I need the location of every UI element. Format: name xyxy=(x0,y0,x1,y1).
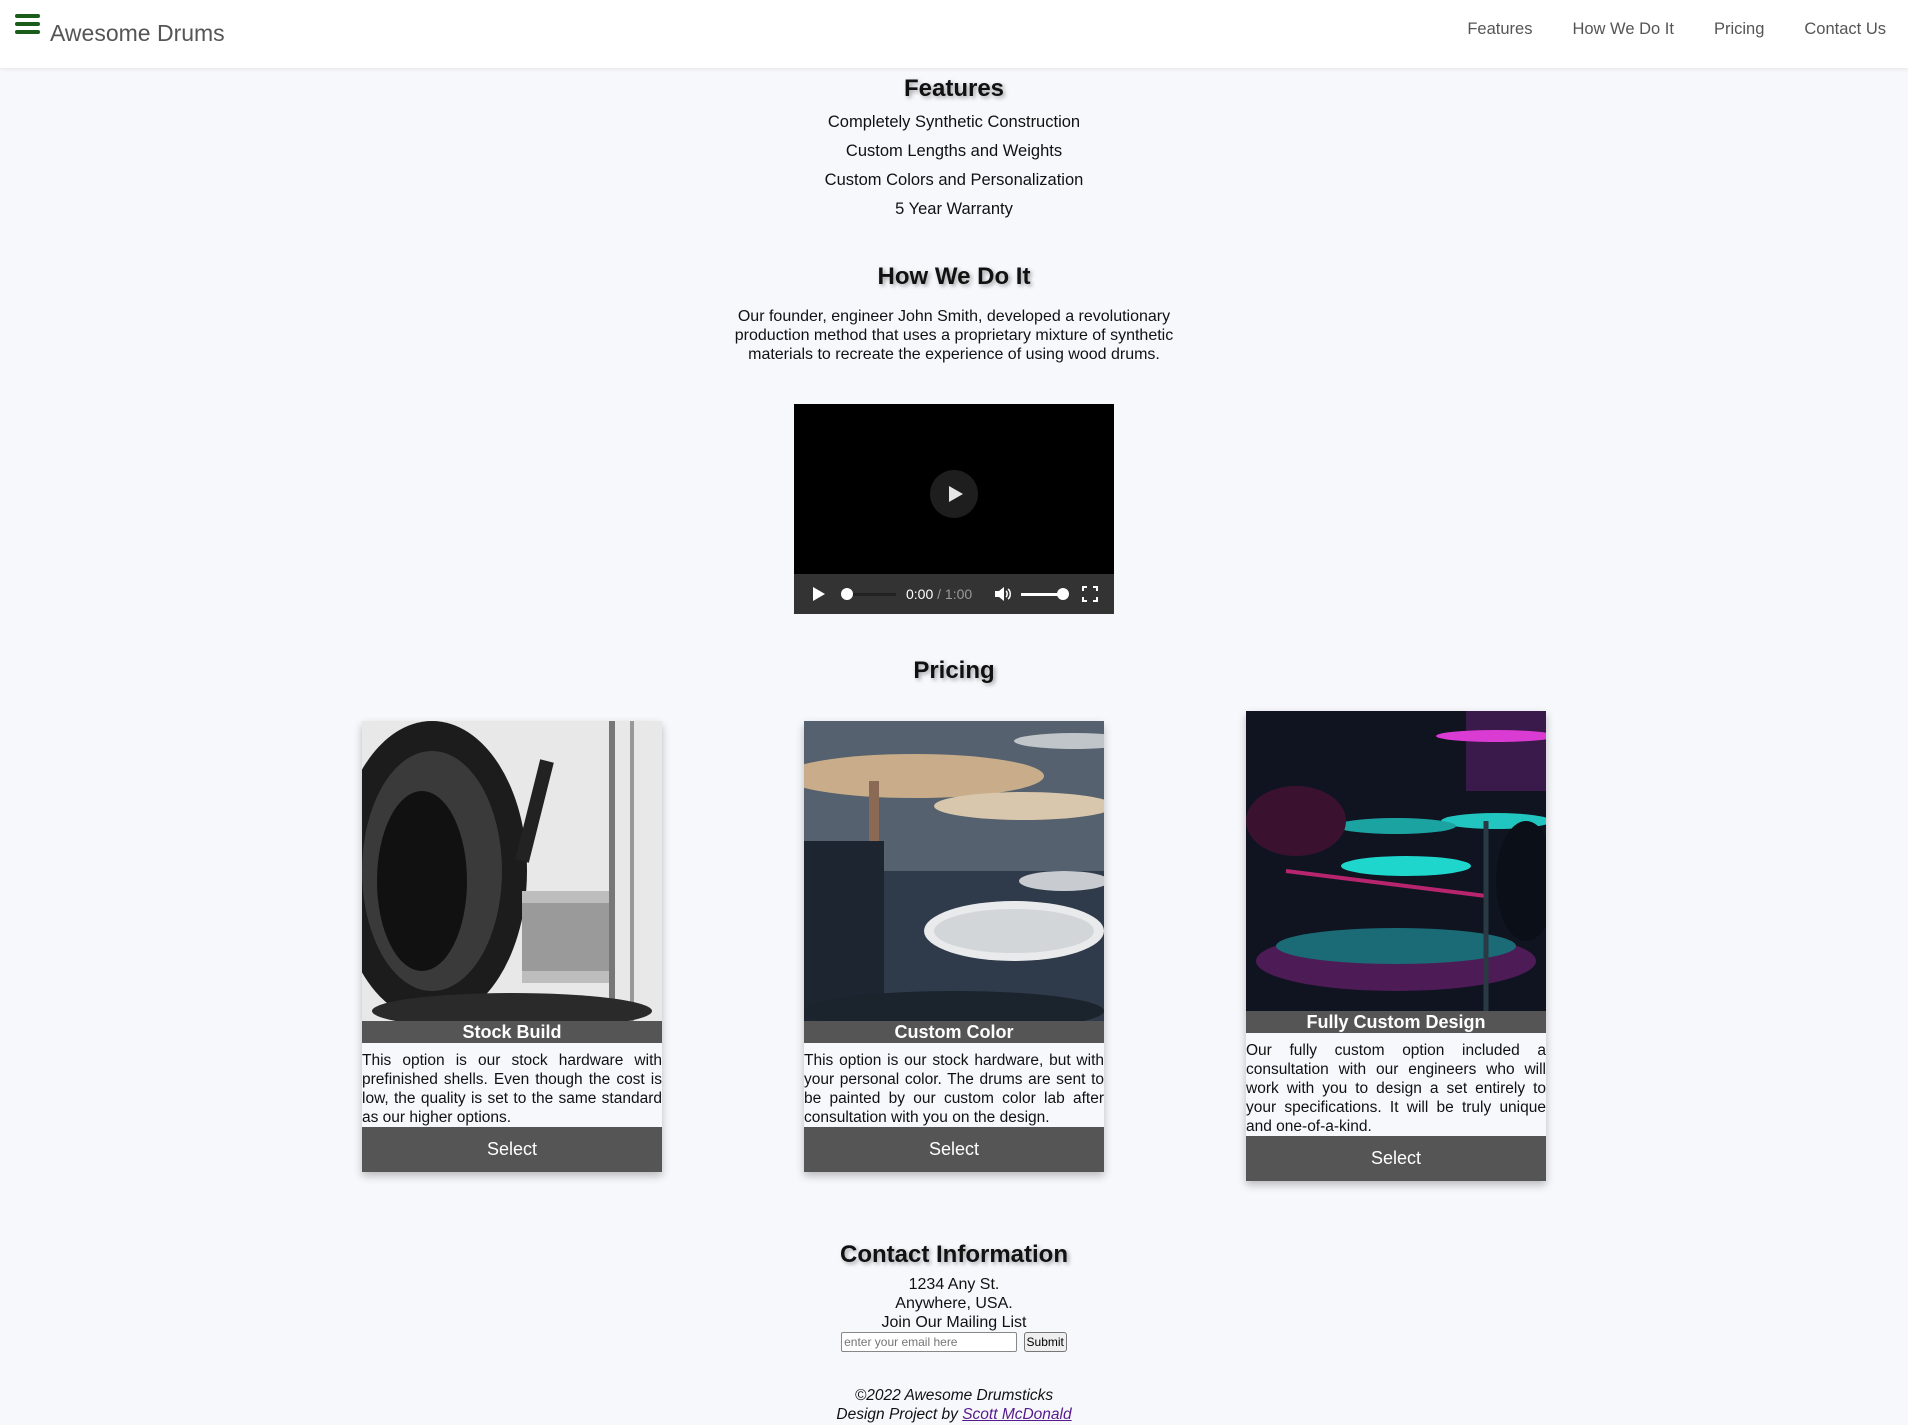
mailing-list-label: Join Our Mailing List xyxy=(881,1314,1027,1331)
card-title: Stock Build xyxy=(362,1021,662,1043)
credit-line: Design Project by Scott McDonald xyxy=(0,1405,1908,1424)
seek-handle[interactable] xyxy=(841,588,853,600)
address-line-2: Anywhere, USA. xyxy=(895,1295,1013,1312)
card-description: This option is our stock hardware with p… xyxy=(362,1043,662,1127)
features-list: Completely Synthetic Construction Custom… xyxy=(0,113,1908,229)
email-input[interactable] xyxy=(841,1332,1018,1352)
credit-prefix: Design Project by xyxy=(836,1406,958,1423)
feature-item: Custom Lengths and Weights xyxy=(845,142,1063,160)
nav-links: Features How We Do It Pricing Contact Us xyxy=(1467,20,1886,39)
pricing-card-custom-color: Custom Color This option is our stock ha… xyxy=(804,721,1104,1172)
custom-color-image xyxy=(804,721,1104,1021)
hamburger-menu-icon[interactable] xyxy=(15,14,40,34)
pricing-card-stock-build: Stock Build This option is our stock har… xyxy=(362,721,662,1172)
pricing-card-fully-custom: Fully Custom Design Our fully custom opt… xyxy=(1246,711,1546,1181)
nav-link-pricing[interactable]: Pricing xyxy=(1714,20,1764,39)
brand-link[interactable]: Awesome Drums xyxy=(50,20,225,47)
nav-link-contact-us[interactable]: Contact Us xyxy=(1804,20,1886,39)
current-time: 0:00 xyxy=(906,586,934,602)
designer-link[interactable]: Scott McDonald xyxy=(962,1406,1071,1423)
feature-item: 5 Year Warranty xyxy=(895,200,1013,218)
copyright-text: ©2022 Awesome Drumsticks xyxy=(854,1387,1054,1404)
mailing-list-form: Submit xyxy=(0,1332,1908,1352)
card-description: Our fully custom option included a consu… xyxy=(1246,1033,1546,1136)
card-description: This option is our stock hardware, but w… xyxy=(804,1043,1104,1127)
video-player[interactable]: 0:00 / 1:00 xyxy=(794,404,1114,614)
nav-link-how-we-do-it[interactable]: How We Do It xyxy=(1572,20,1673,39)
stock-build-image xyxy=(362,721,662,1021)
how-we-do-it-heading: How We Do It xyxy=(877,263,1031,290)
fullscreen-icon[interactable] xyxy=(1082,586,1098,602)
pricing-heading: Pricing xyxy=(913,657,995,684)
contact-details: 1234 Any St. Anywhere, USA. Join Our Mai… xyxy=(0,1275,1908,1332)
select-custom-color-button[interactable]: Select xyxy=(804,1127,1104,1172)
footer: ©2022 Awesome Drumsticks Design Project … xyxy=(0,1386,1908,1424)
card-title: Fully Custom Design xyxy=(1246,1011,1546,1033)
video-controls: 0:00 / 1:00 xyxy=(794,574,1114,614)
play-icon[interactable] xyxy=(813,587,825,601)
big-play-icon[interactable] xyxy=(930,470,978,518)
duration: / 1:00 xyxy=(937,586,973,602)
fully-custom-image xyxy=(1246,711,1546,1011)
nav-link-features[interactable]: Features xyxy=(1467,20,1532,39)
select-fully-custom-button[interactable]: Select xyxy=(1246,1136,1546,1181)
submit-button[interactable]: Submit xyxy=(1023,1332,1067,1352)
select-stock-build-button[interactable]: Select xyxy=(362,1127,662,1172)
contact-heading: Contact Information xyxy=(840,1241,1068,1268)
card-title: Custom Color xyxy=(804,1021,1104,1043)
volume-icon[interactable] xyxy=(994,586,1012,602)
volume-handle[interactable] xyxy=(1057,588,1069,600)
how-we-do-it-text: Our founder, engineer John Smith, develo… xyxy=(734,308,1174,363)
time-display: 0:00 / 1:00 xyxy=(906,586,972,602)
address-line-1: 1234 Any St. xyxy=(908,1276,1000,1293)
feature-item: Completely Synthetic Construction xyxy=(827,113,1081,131)
feature-item: Custom Colors and Personalization xyxy=(824,171,1084,189)
features-heading: Features xyxy=(903,75,1005,102)
top-navbar: Awesome Drums Features How We Do It Pric… xyxy=(0,0,1908,68)
